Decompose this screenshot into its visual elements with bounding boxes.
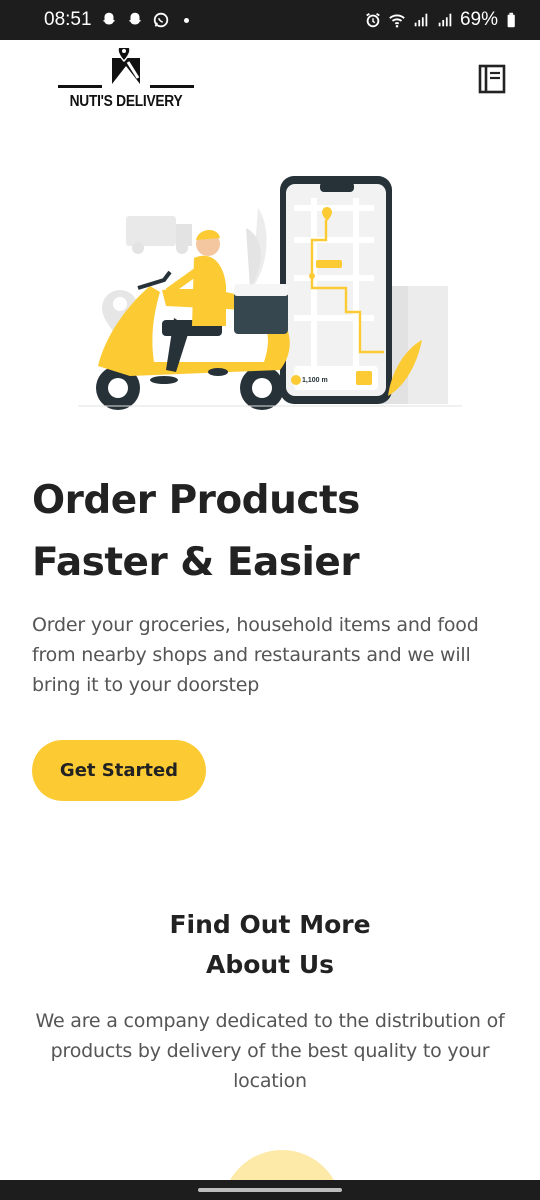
about-title: Find Out More About Us [0,905,540,985]
notification-dot [183,17,189,23]
distance-label: 1,100 m [302,377,328,384]
snapchat-icon [100,11,118,29]
delivery-illustration: 1,100 m [78,176,462,410]
home-gesture-handle[interactable] [198,1188,342,1192]
alarm-icon [364,11,382,29]
whatsapp-icon [152,11,170,29]
header: NUTI'S DELIVERY [0,40,540,120]
map-pin-logo-icon [112,48,140,84]
about-title-line-2: About Us [205,950,335,979]
signal-icon [412,11,430,29]
headline-line-2: Faster & Easier [32,540,360,585]
get-started-button[interactable]: Get Started [32,740,206,801]
battery-percent: 69% [459,9,498,30]
logo-line-right [150,85,194,88]
about-description: We are a company dedicated to the distri… [35,1010,505,1092]
battery-icon [504,11,522,29]
snapchat-icon [126,11,144,29]
hero-headline: Order Products Faster & Easier [32,470,512,594]
notebook-icon [478,64,506,94]
about-title-line-1: Find Out More [169,910,371,939]
wifi-icon [388,11,406,29]
status-bar: 08:51 69% [0,0,540,40]
headline-line-1: Order Products [32,478,360,523]
system-nav-bar [0,1180,540,1200]
logo-line-left [58,85,102,88]
signal-icon [436,11,454,29]
brand-logo[interactable]: NUTI'S DELIVERY [58,46,194,110]
brand-name: NUTI'S DELIVERY [69,93,183,110]
menu-button[interactable] [478,64,506,94]
status-time: 08:51 [44,9,92,30]
hero-description: Order your groceries, household items an… [32,614,479,696]
